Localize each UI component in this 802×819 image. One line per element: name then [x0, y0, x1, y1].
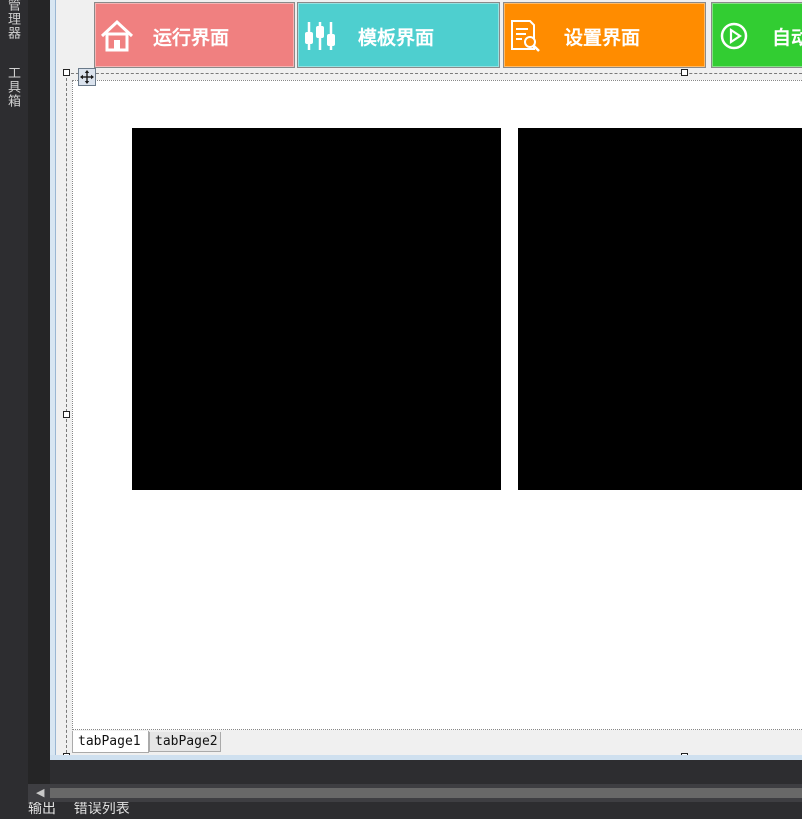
run-view-button[interactable]: 运行界面 [94, 2, 295, 68]
home-icon [100, 19, 134, 52]
dock-tab-toolbox[interactable]: 工具箱 [2, 66, 22, 108]
resize-handle-middle-left[interactable] [63, 411, 70, 418]
auto-label: 自动 [772, 27, 802, 49]
tab-page-1-body [72, 80, 802, 730]
camera-view-1 [132, 128, 501, 490]
auto-button[interactable]: 自动 [711, 2, 802, 68]
dock-tab-solution-explorer[interactable]: 资源管理器 [2, 0, 22, 40]
left-dock-strip: 资源管理器 工具箱 [0, 0, 28, 819]
bottom-panel-tabs-label[interactable]: 输出 错误列表 [28, 802, 130, 819]
move-handle-icon[interactable] [78, 68, 96, 86]
play-circle-icon [720, 22, 748, 50]
tab-page-1[interactable]: tabPage1 [72, 731, 149, 753]
settings-view-button[interactable]: 设置界面 [503, 2, 706, 68]
tab-page-2[interactable]: tabPage2 [149, 732, 221, 752]
editor-gutter [28, 0, 50, 784]
scroll-left-arrow-icon[interactable]: ◀ [36, 786, 46, 800]
template-view-button[interactable]: 模板界面 [297, 2, 500, 68]
settings-view-label: 设置界面 [564, 27, 641, 49]
camera-view-2 [518, 128, 802, 490]
sliders-icon [305, 22, 335, 50]
document-search-icon [511, 20, 540, 52]
designer-bottom-edge [50, 755, 802, 760]
resize-handle-top-middle[interactable] [681, 69, 688, 76]
horizontal-scroll-thumb[interactable] [50, 788, 802, 798]
run-view-label: 运行界面 [153, 27, 230, 49]
resize-handle-top-left[interactable] [63, 69, 70, 76]
template-view-label: 模板界面 [358, 27, 435, 49]
bottom-panel-tabs: 输出 错误列表 [0, 802, 802, 819]
